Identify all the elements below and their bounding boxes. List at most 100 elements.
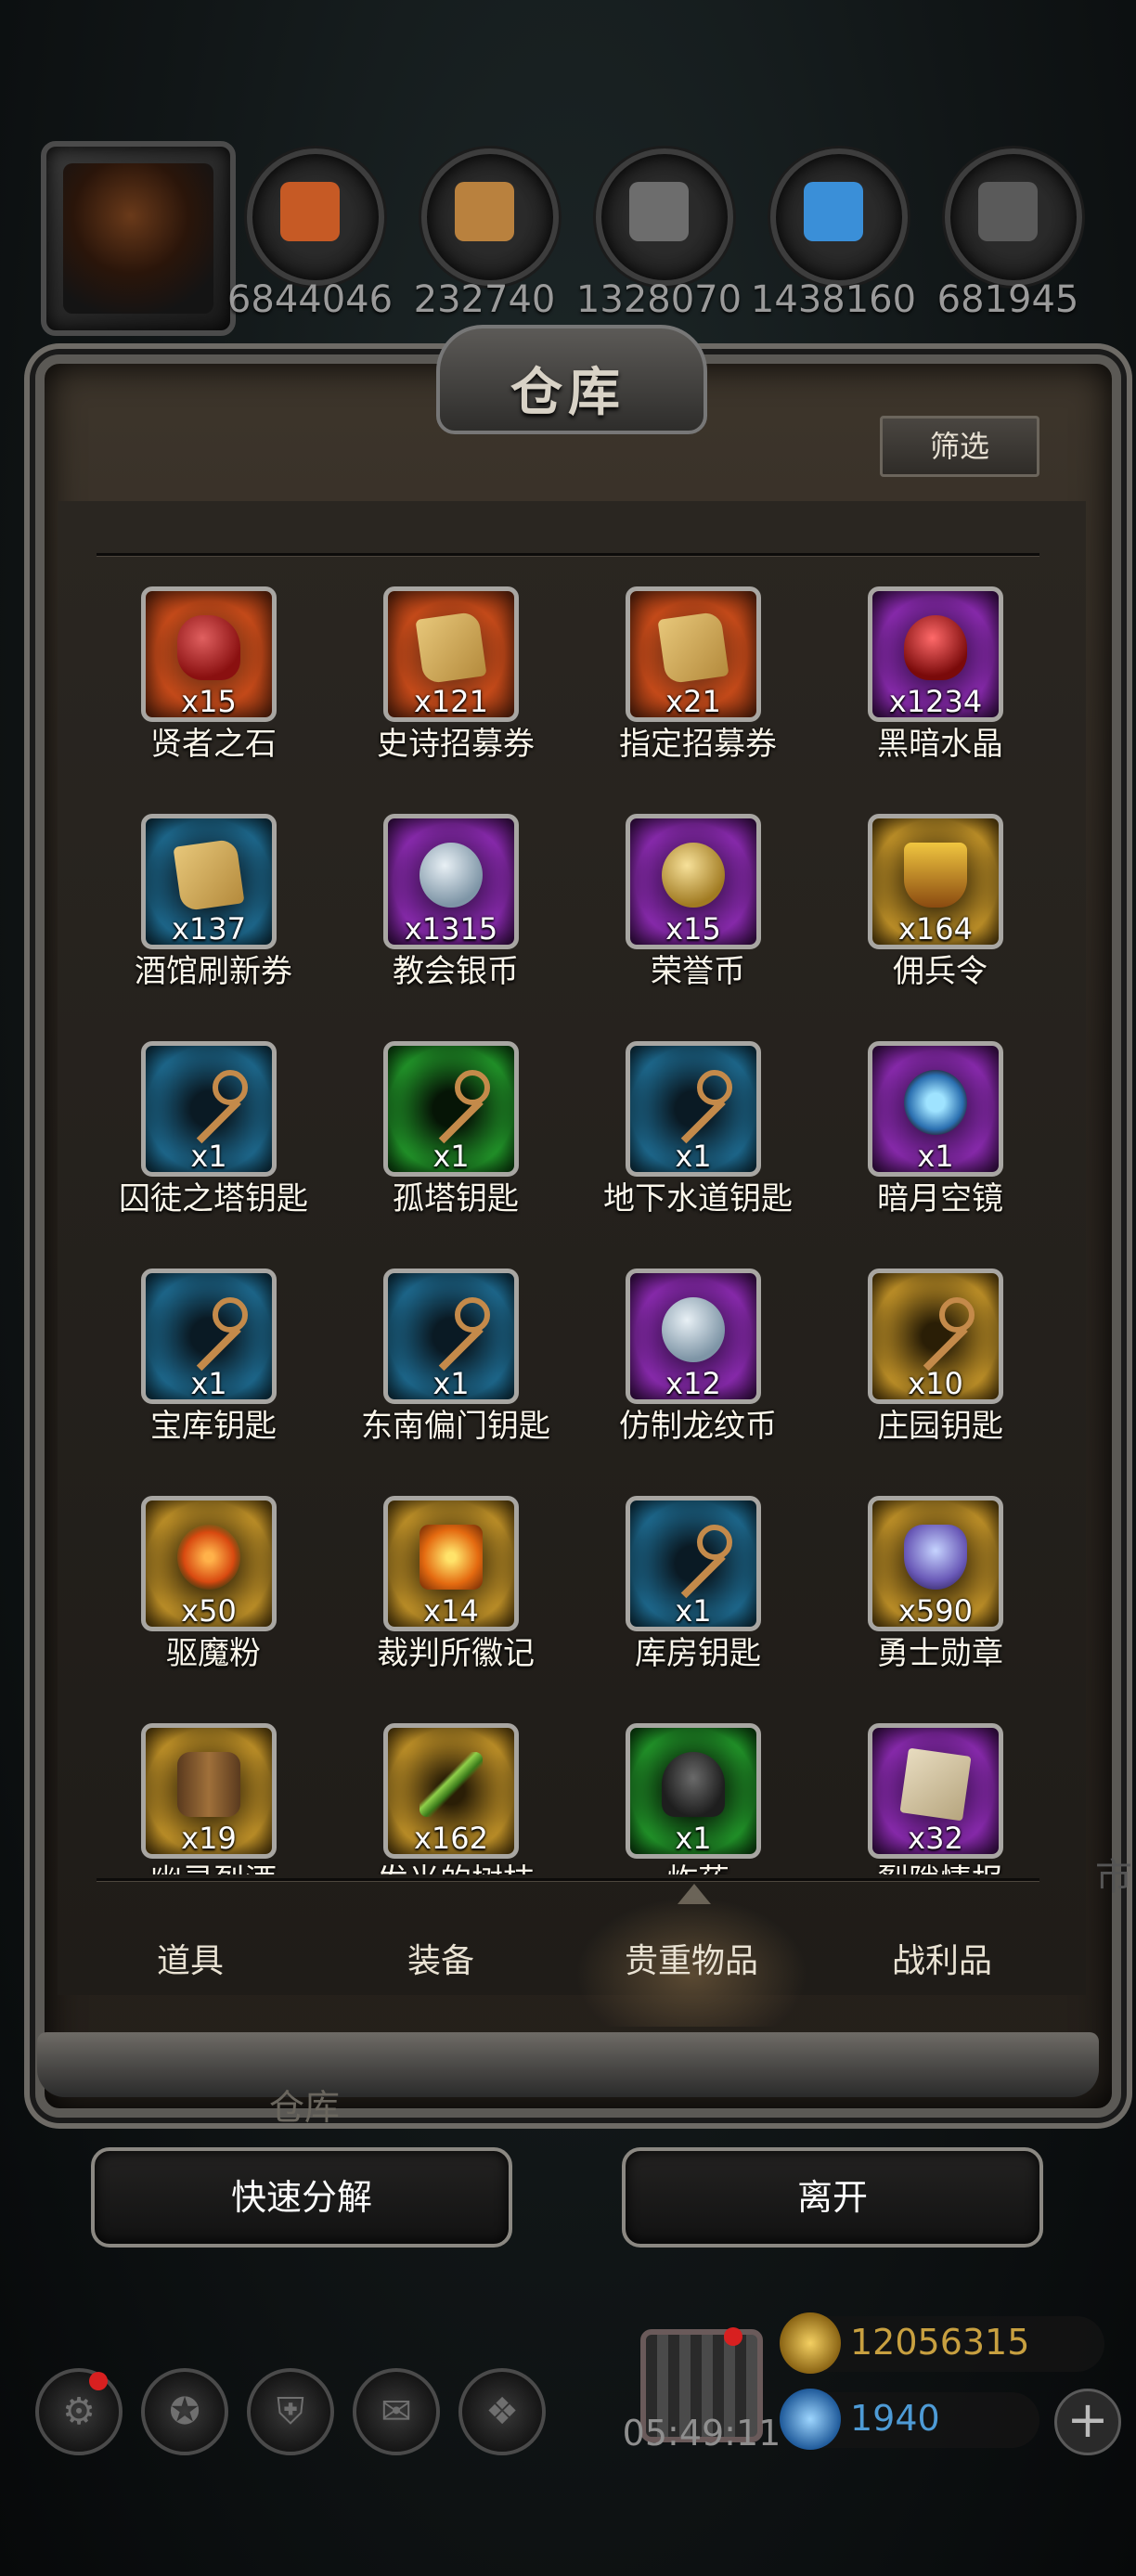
item-powder-icon: x50 (141, 1496, 277, 1631)
item-emblem-icon: x14 (383, 1496, 519, 1631)
item-key-icon: x10 (868, 1269, 1003, 1404)
scroll-icon (657, 611, 729, 685)
item-name: 指定招募券 (619, 726, 777, 763)
wood-icon (455, 182, 514, 241)
tab-valuables[interactable]: 贵重物品 (575, 1897, 807, 2027)
item-slot[interactable]: x1 孤塔钥匙 (335, 1030, 576, 1243)
category-tabs: 道具 装备 贵重物品 战利品 (74, 1897, 1067, 2027)
resource-wood-icon[interactable] (421, 148, 559, 286)
item-slot[interactable]: x10 庄园钥匙 (820, 1257, 1043, 1471)
iron-icon (629, 182, 689, 241)
quick-decompose-button[interactable]: 快速分解 (91, 2147, 512, 2248)
resource-iron-icon[interactable] (596, 148, 733, 286)
item-quantity: x137 (171, 911, 246, 947)
key-icon (177, 1297, 248, 1362)
gem-currency: 1940 (780, 2389, 1039, 2450)
item-scroll-icon: x137 (141, 814, 277, 949)
stone-icon (177, 615, 240, 680)
item-slot[interactable]: x121 史诗招募券 (335, 575, 576, 789)
item-name: 宝库钥匙 (150, 1408, 277, 1445)
hero-portrait[interactable] (41, 141, 236, 336)
item-slot[interactable]: x1234 黑暗水晶 (820, 575, 1043, 789)
item-slot[interactable]: x12 仿制龙纹币 (577, 1257, 819, 1471)
emblem-icon[interactable]: ✪ (141, 2368, 228, 2455)
tab-loot[interactable]: 战利品 (826, 1897, 1058, 2027)
item-quantity: x15 (181, 684, 237, 719)
item-slot[interactable]: x32裂隙情报 (820, 1712, 1043, 1874)
item-name: 囚徒之塔钥匙 (119, 1180, 308, 1217)
item-slot[interactable]: x1 暗月空镜 (820, 1030, 1043, 1243)
item-name: 贤者之石 (150, 726, 277, 763)
item-quantity: x1 (917, 1139, 954, 1174)
item-slot[interactable]: x162发光的树枝 (335, 1712, 576, 1874)
resource-leather-icon[interactable] (247, 148, 384, 286)
item-quantity: x1315 (404, 911, 498, 947)
tab-equipment[interactable]: 装备 (325, 1897, 557, 2027)
item-name: 荣誉币 (651, 953, 745, 990)
item-slot[interactable]: x15 贤者之石 (93, 575, 334, 789)
item-slot[interactable]: x15 荣誉币 (577, 803, 819, 1016)
item-grid[interactable]: x15 贤者之石 x121 史诗招募券 x21 指定招募券 x1234 黑暗水晶 x137 酒馆刷… (93, 575, 1043, 1874)
item-coin-s-icon: x1315 (383, 814, 519, 949)
item-key-icon: x1 (383, 1041, 519, 1177)
resource-crystal-icon[interactable] (770, 148, 908, 286)
key-icon (662, 1070, 732, 1135)
item-name: 教会银币 (393, 953, 519, 990)
divider (97, 1878, 1039, 1882)
crystal-icon (904, 615, 967, 680)
gem-icon (780, 2389, 841, 2450)
side-label: 市 (1095, 1856, 1132, 1899)
scroll-icon (173, 838, 245, 912)
item-key-icon: x1 (383, 1269, 519, 1404)
item-quantity: x15 (665, 911, 721, 947)
settings-icon[interactable]: ⚙ (35, 2368, 123, 2455)
gem-value: 1940 (850, 2398, 940, 2439)
item-slot[interactable]: x50 驱魔粉 (93, 1485, 334, 1698)
tab-props[interactable]: 道具 (74, 1897, 306, 2027)
filter-button[interactable]: 筛选 (880, 416, 1039, 477)
resource-stone-icon[interactable] (945, 148, 1082, 286)
item-name: 炸药 (568, 1855, 828, 1874)
gift-timer: 05:49:11 (622, 2413, 781, 2454)
item-slot[interactable]: x164 佣兵令 (820, 803, 1043, 1016)
crystal-icon (804, 182, 863, 241)
gold-value: 12056315 (850, 2322, 1030, 2363)
coin-s-icon (420, 843, 483, 908)
item-slot[interactable]: x137 酒馆刷新券 (93, 803, 334, 1016)
item-quantity: x1 (675, 1139, 712, 1174)
divider (97, 553, 1039, 557)
item-name: 仿制龙纹币 (619, 1408, 777, 1445)
item-slot[interactable]: x1 宝库钥匙 (93, 1257, 334, 1471)
key-icon (420, 1070, 490, 1135)
item-slot[interactable]: x590 勇士勋章 (820, 1485, 1043, 1698)
item-name: 佣兵令 (893, 953, 988, 990)
rock-icon (662, 1752, 725, 1817)
item-slot[interactable]: x21 指定招募券 (577, 575, 819, 789)
item-name: 幽灵烈酒 (93, 1855, 343, 1874)
item-name: 庄园钥匙 (877, 1408, 1003, 1445)
background-label: 仓库 (269, 2087, 341, 2128)
shield-icon[interactable]: ⛨ (247, 2368, 334, 2455)
add-currency-button[interactable]: + (1054, 2389, 1121, 2455)
powder-icon (177, 1525, 240, 1590)
item-slot[interactable]: x1 东南偏门钥匙 (335, 1257, 576, 1471)
stone-icon (978, 182, 1038, 241)
item-name: 暗月空镜 (877, 1180, 1003, 1217)
item-note-icon: x32 (868, 1723, 1003, 1859)
mail-icon[interactable]: ✉ (353, 2368, 440, 2455)
item-name: 史诗招募券 (377, 726, 535, 763)
item-quantity: x1 (432, 1366, 470, 1401)
item-scroll-icon: x21 (626, 586, 761, 722)
key-icon (177, 1070, 248, 1135)
cube-icon[interactable]: ❖ (458, 2368, 546, 2455)
item-slot[interactable]: x1 库房钥匙 (577, 1485, 819, 1698)
item-slot[interactable]: x1315 教会银币 (335, 803, 576, 1016)
item-slot[interactable]: x1 地下水道钥匙 (577, 1030, 819, 1243)
item-quantity: x162 (413, 1821, 488, 1856)
leave-button[interactable]: 离开 (622, 2147, 1043, 2248)
item-slot[interactable]: x1 囚徒之塔钥匙 (93, 1030, 334, 1243)
item-slot[interactable]: x14 裁判所徽记 (335, 1485, 576, 1698)
item-slot[interactable]: x1炸药 (577, 1712, 819, 1874)
item-slot[interactable]: x19幽灵烈酒 (93, 1712, 334, 1874)
item-name: 酒馆刷新券 (135, 953, 292, 990)
